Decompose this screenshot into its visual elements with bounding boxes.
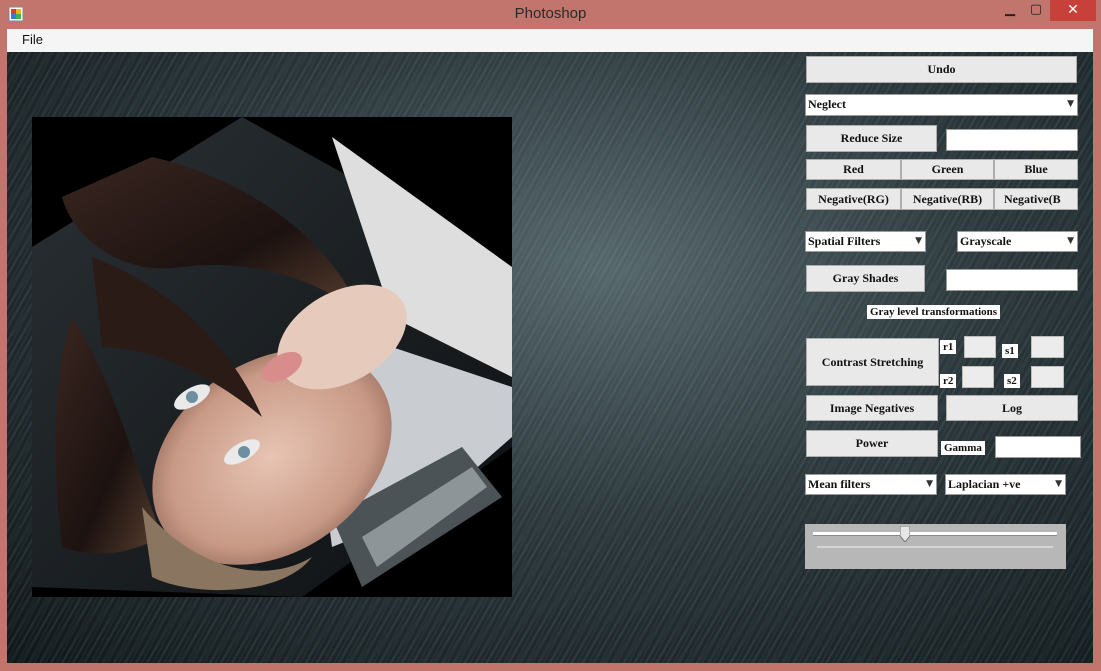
menu-file[interactable]: File xyxy=(15,32,50,47)
chevron-down-icon: ▼ xyxy=(1055,479,1062,489)
negative-rb-button[interactable]: Negative(RB) xyxy=(901,188,994,210)
spatial-filters-select[interactable]: Spatial Filters ▼ xyxy=(805,231,926,252)
menu-bar: File xyxy=(7,29,1093,52)
chevron-down-icon: ▼ xyxy=(915,236,922,246)
negative-rg-button[interactable]: Negative(RG) xyxy=(806,188,901,210)
laplacian-select[interactable]: Laplacian +ve ▼ xyxy=(945,474,1066,495)
s2-label: s2 xyxy=(1004,374,1020,388)
slider-thumb[interactable] xyxy=(899,526,910,542)
power-button[interactable]: Power xyxy=(806,430,938,457)
title-bar: Photoshop ▁ ▢ ✕ xyxy=(0,0,1101,29)
s1-input[interactable] xyxy=(1031,336,1064,358)
reduce-size-input[interactable] xyxy=(946,129,1078,151)
negative-b-button[interactable]: Negative(B xyxy=(994,188,1078,210)
slider-track xyxy=(813,532,1057,536)
neglect-select[interactable]: Neglect ▼ xyxy=(805,94,1078,116)
maximize-button[interactable]: ▢ xyxy=(1022,0,1050,21)
red-button[interactable]: Red xyxy=(806,159,901,180)
log-button[interactable]: Log xyxy=(946,395,1078,421)
mean-filters-select-value: Mean filters xyxy=(808,477,871,491)
r2-label: r2 xyxy=(940,374,957,388)
gray-shades-button[interactable]: Gray Shades xyxy=(806,265,925,292)
rotated-portrait-photo xyxy=(32,117,512,597)
neglect-select-value: Neglect xyxy=(808,97,846,111)
s1-label: s1 xyxy=(1002,344,1018,358)
grayscale-select-value: Grayscale xyxy=(960,234,1012,248)
blue-button[interactable]: Blue xyxy=(994,159,1078,180)
image-canvas[interactable] xyxy=(32,117,512,597)
trackbar-slider[interactable] xyxy=(805,524,1066,569)
r1-input[interactable] xyxy=(964,336,996,358)
r2-input[interactable] xyxy=(962,366,994,388)
chevron-down-icon: ▼ xyxy=(926,479,933,489)
grayscale-select[interactable]: Grayscale ▼ xyxy=(957,231,1078,252)
gamma-label: Gamma xyxy=(941,441,985,455)
gray-shades-input[interactable] xyxy=(946,269,1078,291)
image-negatives-button[interactable]: Image Negatives xyxy=(806,395,938,421)
s2-input[interactable] xyxy=(1031,366,1064,388)
chevron-down-icon: ▼ xyxy=(1067,99,1074,109)
close-button[interactable]: ✕ xyxy=(1050,0,1096,21)
green-button[interactable]: Green xyxy=(901,159,994,180)
r1-label: r1 xyxy=(940,340,957,354)
main-panel: Undo Neglect ▼ Reduce Size Red Green Blu… xyxy=(7,52,1093,663)
laplacian-select-value: Laplacian +ve xyxy=(948,477,1021,491)
reduce-size-button[interactable]: Reduce Size xyxy=(806,125,937,152)
gray-level-transformations-label: Gray level transformations xyxy=(867,305,1001,319)
gamma-input[interactable] xyxy=(995,436,1081,458)
contrast-stretching-button[interactable]: Contrast Stretching xyxy=(806,338,939,386)
spatial-filters-select-value: Spatial Filters xyxy=(808,234,881,248)
undo-button[interactable]: Undo xyxy=(806,56,1077,83)
mean-filters-select[interactable]: Mean filters ▼ xyxy=(805,474,937,495)
slider-tick-strip xyxy=(817,546,1053,548)
chevron-down-icon: ▼ xyxy=(1067,236,1074,246)
window-title: Photoshop xyxy=(514,5,587,22)
minimize-button[interactable]: ▁ xyxy=(996,0,1024,21)
